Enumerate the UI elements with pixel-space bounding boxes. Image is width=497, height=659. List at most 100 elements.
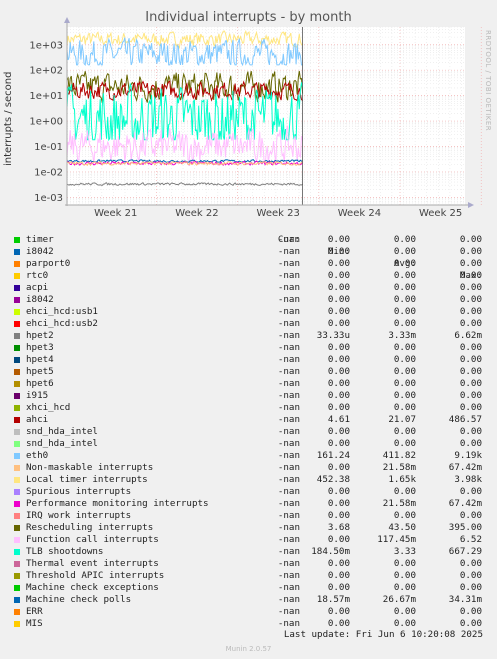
legend-max: 0.00 bbox=[459, 486, 482, 497]
legend-max: 6.62m bbox=[454, 330, 482, 341]
legend-name: i8042 bbox=[26, 246, 54, 257]
legend-name: Threshold APIC interrupts bbox=[26, 570, 165, 581]
legend-max: 0.00 bbox=[459, 378, 482, 389]
legend-max: 0.00 bbox=[459, 558, 482, 569]
legend-min: 4.61 bbox=[327, 414, 350, 425]
legend-min: 3.68 bbox=[327, 522, 350, 533]
legend-avg: 0.00 bbox=[393, 246, 416, 257]
legend-min: 184.50m bbox=[311, 546, 350, 557]
legend-row: parport0 -nan 0.00 0.00 0.00 bbox=[12, 258, 492, 270]
legend-avg: 0.00 bbox=[393, 342, 416, 353]
legend-avg: 0.00 bbox=[393, 318, 416, 329]
legend-row: TLB shootdowns -nan 184.50m 3.33 667.29 bbox=[12, 546, 492, 558]
x-tick-labels: Week 21 Week 22 Week 23 Week 24 Week 25 bbox=[94, 208, 462, 219]
legend-swatch bbox=[14, 573, 20, 579]
legend-max: 0.00 bbox=[459, 258, 482, 269]
legend-name: hpet5 bbox=[26, 366, 54, 377]
legend-max: 0.00 bbox=[459, 438, 482, 449]
legend-min: 0.00 bbox=[327, 558, 350, 569]
legend-min: 0.00 bbox=[327, 234, 350, 245]
legend-swatch bbox=[14, 405, 20, 411]
legend-avg: 0.00 bbox=[393, 234, 416, 245]
legend-min: 0.00 bbox=[327, 402, 350, 413]
interrupts-chart: 1e-03 1e-02 1e-01 1e+00 1e+01 1e+02 1e+03 Week… bbox=[29, 17, 482, 219]
legend-max: 0.00 bbox=[459, 426, 482, 437]
legend-avg: 0.00 bbox=[393, 606, 416, 617]
legend-row: hpet4 -nan 0.00 0.00 0.00 bbox=[12, 354, 492, 366]
legend-max: 0.00 bbox=[459, 246, 482, 257]
legend-name: snd_hda_intel bbox=[26, 438, 98, 449]
legend-avg: 43.50 bbox=[388, 522, 416, 533]
legend-row: ehci_hcd:usb1 -nan 0.00 0.00 0.00 bbox=[12, 306, 492, 318]
legend-swatch bbox=[14, 429, 20, 435]
legend-avg: 0.00 bbox=[393, 354, 416, 365]
legend-min: 0.00 bbox=[327, 426, 350, 437]
legend-max: 0.00 bbox=[459, 570, 482, 581]
legend-name: hpet6 bbox=[26, 378, 54, 389]
legend-swatch bbox=[14, 273, 20, 279]
last-update: Last update: Fri Jun 6 10:20:08 2025 bbox=[283, 629, 483, 640]
legend-max: 0.00 bbox=[459, 318, 482, 329]
legend-name: parport0 bbox=[26, 258, 71, 269]
x-tick-label: Week 21 bbox=[94, 208, 137, 219]
legend-avg: 0.00 bbox=[393, 258, 416, 269]
x-tick-label: Week 24 bbox=[338, 208, 381, 219]
legend-swatch bbox=[14, 249, 20, 255]
legend-name: ehci_hcd:usb2 bbox=[26, 318, 98, 329]
legend-name: Thermal event interrupts bbox=[26, 558, 159, 569]
legend-avg: 0.00 bbox=[393, 402, 416, 413]
legend-swatch bbox=[14, 333, 20, 339]
legend-name: hpet4 bbox=[26, 354, 54, 365]
legend-avg: 1.65k bbox=[388, 474, 416, 485]
legend-swatch bbox=[14, 393, 20, 399]
legend-min: 0.00 bbox=[327, 534, 350, 545]
legend-min: 18.57m bbox=[316, 594, 350, 605]
legend-min: 0.00 bbox=[327, 498, 350, 509]
legend-swatch bbox=[14, 321, 20, 327]
legend-row: Spurious interrupts -nan 0.00 0.00 0.00 bbox=[12, 486, 492, 498]
legend-swatch bbox=[14, 609, 20, 615]
legend-name: i8042 bbox=[26, 294, 54, 305]
legend-max: 6.52 bbox=[459, 534, 482, 545]
y-tick-label: 1e-02 bbox=[34, 167, 63, 178]
y-axis-arrow bbox=[64, 17, 70, 23]
legend-min: 0.00 bbox=[327, 366, 350, 377]
x-tick-label: Week 22 bbox=[175, 208, 218, 219]
y-tick-label: 1e+03 bbox=[29, 40, 63, 51]
legend-swatch bbox=[14, 309, 20, 315]
legend-max: 9.19k bbox=[454, 450, 482, 461]
legend-max: 0.00 bbox=[459, 606, 482, 617]
x-axis-arrow bbox=[468, 202, 474, 208]
legend-row: Rescheduling interrupts -nan 3.68 43.50 395.… bbox=[12, 522, 492, 534]
legend-avg: 3.33m bbox=[388, 330, 416, 341]
legend-row: ahci -nan 4.61 21.07 486.57 bbox=[12, 414, 492, 426]
legend-row: snd_hda_intel -nan 0.00 0.00 0.00 bbox=[12, 426, 492, 438]
legend-max: 67.42m bbox=[448, 462, 482, 473]
munin-version: Munin 2.0.57 bbox=[225, 645, 272, 653]
legend-swatch bbox=[14, 477, 20, 483]
legend-avg: 0.00 bbox=[393, 570, 416, 581]
legend-max: 0.00 bbox=[459, 282, 482, 293]
legend-name: MIS bbox=[26, 618, 43, 629]
legend-row: eth0 -nan 161.24 411.82 9.19k bbox=[12, 450, 492, 462]
legend-avg: 3.33 bbox=[393, 546, 416, 557]
legend-swatch bbox=[14, 489, 20, 495]
legend-name: Spurious interrupts bbox=[26, 486, 132, 497]
legend-swatch bbox=[14, 501, 20, 507]
legend-swatch bbox=[14, 381, 20, 387]
legend-row: timer -nan 0.00 0.00 0.00 bbox=[12, 234, 492, 246]
legend-row: i915 -nan 0.00 0.00 0.00 bbox=[12, 390, 492, 402]
legend-avg: 0.00 bbox=[393, 426, 416, 437]
legend-row: Threshold APIC interrupts -nan 0.00 0.00 0.0… bbox=[12, 570, 492, 582]
legend-swatch bbox=[14, 549, 20, 555]
legend-avg: 0.00 bbox=[393, 390, 416, 401]
legend-avg: 0.00 bbox=[393, 282, 416, 293]
legend-swatch bbox=[14, 417, 20, 423]
legend-max: 67.42m bbox=[448, 498, 482, 509]
legend-name: snd_hda_intel bbox=[26, 426, 98, 437]
legend-avg: 0.00 bbox=[393, 510, 416, 521]
legend-avg: 21.07 bbox=[388, 414, 416, 425]
legend-avg: 0.00 bbox=[393, 294, 416, 305]
y-tick-label: 1e+00 bbox=[29, 117, 63, 128]
legend-avg: 0.00 bbox=[393, 366, 416, 377]
